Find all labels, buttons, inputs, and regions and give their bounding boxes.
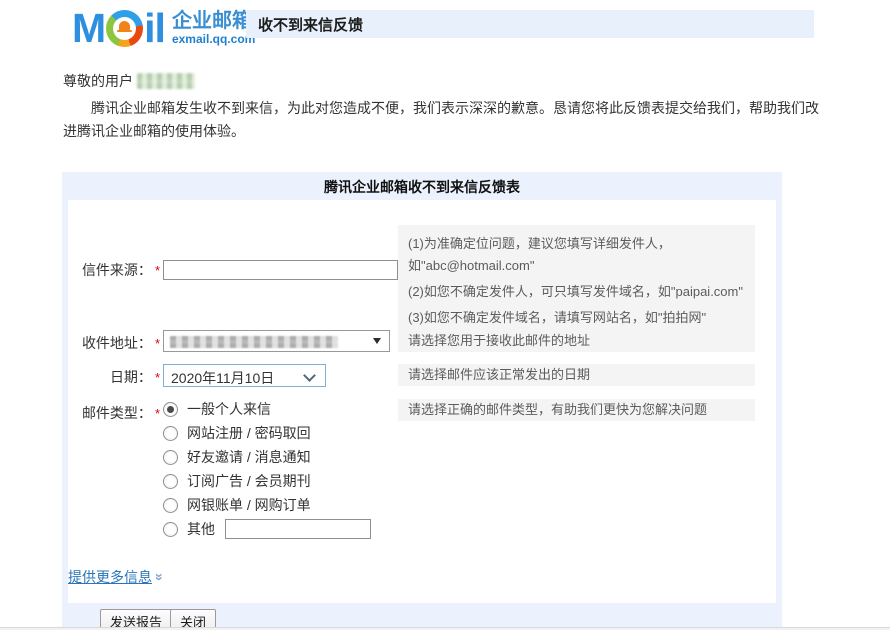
radio-button[interactable]	[163, 426, 178, 441]
date-value: 2020年11月10日	[171, 368, 274, 388]
logo-ring-icon	[106, 10, 143, 47]
other-type-input[interactable]	[225, 519, 371, 539]
radio-option[interactable]: 订阅广告 / 会员期刊	[163, 469, 371, 493]
greeting-line: 尊敬的用户	[63, 71, 195, 91]
bell-icon	[119, 21, 130, 31]
more-info-link[interactable]: 提供更多信息»	[68, 567, 164, 587]
source-input[interactable]	[163, 260, 398, 280]
required-asterisk: *	[155, 336, 160, 351]
radio-option[interactable]: 好友邀请 / 消息通知	[163, 445, 371, 469]
logo-domain: exmail.qq.com	[172, 32, 255, 46]
exmail-logo: M il 企业邮箱 exmail.qq.com	[72, 5, 255, 51]
form-body: 信件来源：* (1)为准确定位问题，建议您填写详细发件人，如"abc@hotma…	[68, 200, 776, 603]
radio-option[interactable]: 网银账单 / 网购订单	[163, 493, 371, 517]
required-asterisk: *	[155, 406, 160, 421]
radio-button[interactable]	[163, 450, 178, 465]
chevron-down-icon	[303, 369, 316, 382]
source-hints-box: (1)为准确定位问题，建议您填写详细发件人，如"abc@hotmail.com"…	[398, 225, 755, 337]
page-title-bar: 收不到来信反馈	[246, 10, 814, 38]
dropdown-arrow-icon	[373, 338, 381, 344]
logo-captions: 企业邮箱 exmail.qq.com	[172, 10, 255, 46]
date-hint: 请选择邮件应该正常发出的日期	[398, 364, 755, 386]
date-select[interactable]: 2020年11月10日	[163, 364, 326, 387]
source-label: 信件来源：*	[68, 260, 160, 280]
mail-type-radio-group: 一般个人来信 网站注册 / 密码取回 好友邀请 / 消息通知 订阅广告 / 会员…	[163, 397, 371, 541]
greeting-text: 尊敬的用户	[63, 73, 133, 89]
radio-button[interactable]	[163, 474, 178, 489]
form-title: 腾讯企业邮箱收不到来信反馈表	[62, 172, 782, 200]
logo-letters-il: il	[144, 6, 165, 50]
required-asterisk: *	[155, 263, 160, 278]
date-label: 日期：*	[68, 367, 160, 387]
required-asterisk: *	[155, 370, 160, 385]
hint-item: (2)如您不确定发件人，可只填写发件域名，如"paipai.com"	[408, 281, 745, 303]
mail-type-hint: 请选择正确的邮件类型，有助我们更快为您解决问题	[398, 399, 755, 421]
radio-option[interactable]: 一般个人来信	[163, 397, 371, 421]
hint-item: (3)如您不确定发件域名，请填写网站名，如"拍拍网"	[408, 307, 745, 329]
radio-button[interactable]	[163, 522, 178, 537]
radio-button[interactable]	[163, 402, 178, 417]
recipient-label: 收件地址：*	[68, 333, 160, 353]
logo-letter-m: M	[72, 6, 105, 50]
mail-type-label: 邮件类型：*	[68, 403, 160, 423]
page-title: 收不到来信反馈	[258, 14, 363, 35]
redacted-recipient-value	[170, 336, 338, 348]
radio-option-other[interactable]: 其他	[163, 517, 371, 541]
recipient-select[interactable]	[163, 330, 390, 352]
feedback-form-panel: 腾讯企业邮箱收不到来信反馈表 信件来源：* (1)为准确定位问题，建议您填写详细…	[62, 172, 782, 630]
logo-product-name: 企业邮箱	[172, 10, 255, 32]
radio-button[interactable]	[163, 498, 178, 513]
recipient-hint: 请选择您用于接收此邮件的地址	[398, 330, 755, 352]
double-chevron-down-icon: »	[152, 573, 168, 581]
redacted-username	[137, 73, 195, 89]
feedback-page: M il 企业邮箱 exmail.qq.com 收不到来信反馈 尊敬的用户 腾讯…	[0, 0, 890, 630]
radio-option[interactable]: 网站注册 / 密码取回	[163, 421, 371, 445]
hint-item: (1)为准确定位问题，建议您填写详细发件人，如"abc@hotmail.com"	[408, 233, 745, 277]
intro-paragraph: 腾讯企业邮箱发生收不到来信，为此对您造成不便，我们表示深深的歉意。恳请您将此反馈…	[63, 97, 829, 143]
